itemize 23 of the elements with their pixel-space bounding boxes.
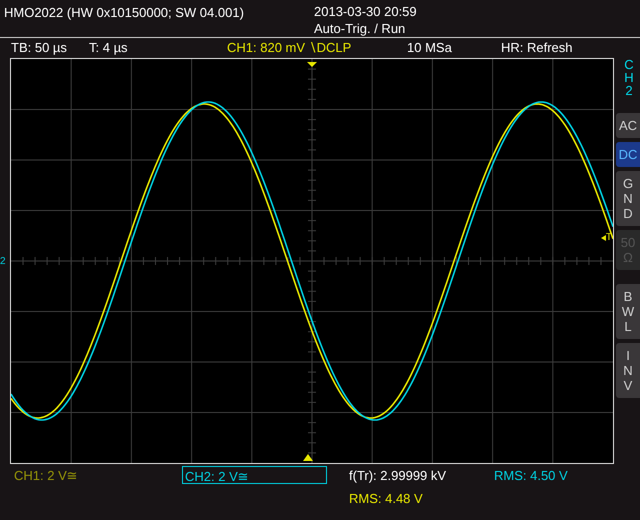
trigger-source-label: CH1: 820 mV ∖DCLP [227,39,352,58]
trigger-time-label: T: 4 µs [89,39,129,58]
sample-rate-label: 10 MSa [407,39,453,58]
timebase-label: TB: 50 µs [11,39,68,58]
coupling-menu-button[interactable]: I N V [616,343,640,398]
coupling-menu-button[interactable]: B W L [616,284,640,339]
rms-measurement: RMS: 4.48 V [349,490,424,508]
channel-label[interactable]: CH2: 2 V≅ [182,466,327,484]
channel-menu-title: C H 2 [623,58,635,97]
coupling-menu-button[interactable]: DC [616,142,640,167]
date-time: 2013-03-30 20:59 [314,3,417,20]
coupling-menu-button[interactable]: G N D [616,171,640,226]
rms-measurement: RMS: 4.50 V [494,467,568,485]
device-title: HMO2022 (HW 0x10150000; SW 04.001) [4,4,245,22]
arrow-left-icon [600,235,606,241]
channel-label[interactable]: CH1: 2 V≅ [12,466,182,484]
trigger-position-icon [307,62,317,67]
acquisition-mode-label: HR: Refresh [501,39,573,58]
trigger-position-icon [303,454,313,461]
ground-marker: 2 [0,257,6,267]
coupling-menu-button[interactable]: AC [616,113,640,138]
frequency-measurement: f(Tr): 2.99999 kV [349,467,448,485]
trigger-status: Auto-Trig. / Run [314,20,406,37]
